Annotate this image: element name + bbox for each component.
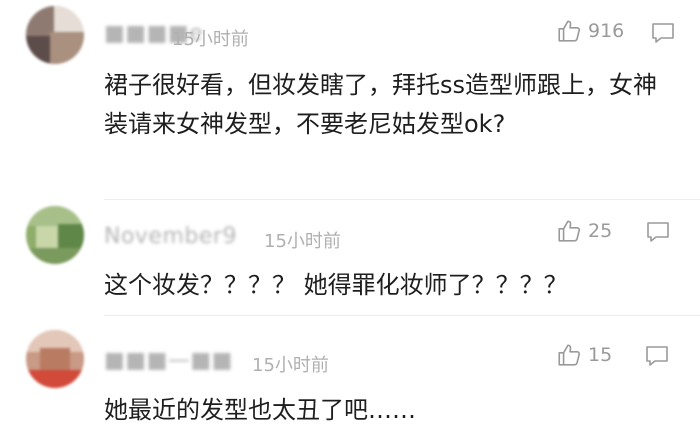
thumbs-up-icon	[558, 220, 581, 242]
reply-button[interactable]	[645, 220, 671, 248]
username[interactable]: ■■■—■■	[104, 348, 233, 373]
reply-button[interactable]	[644, 344, 670, 372]
thumbs-up-icon	[558, 20, 581, 42]
comment-bubble-icon	[652, 23, 674, 43]
timestamp: 15小时前	[264, 231, 341, 252]
avatar[interactable]	[26, 6, 84, 64]
comment-item: November9 15小时前 25 这个妆发？？？？ 她得罪化妆师了？？？？	[0, 200, 700, 316]
comment-item: ■■■—■■ 15小时前 15 她最近的发型也太丑了吧……	[0, 316, 700, 441]
like-count: 25	[588, 220, 613, 242]
comment-text: 这个妆发？？？？ 她得罪化妆师了？？？？	[104, 271, 568, 299]
comment-item: ■■■■e 15小时前 916 裙子很好看，但妆发瞎了，拜托ss造型师跟上，女神…	[0, 0, 700, 200]
reply-button[interactable]	[650, 21, 676, 49]
like-button[interactable]: 15	[556, 342, 612, 368]
timestamp: 15小时前	[252, 355, 329, 376]
comment-bubble-icon	[646, 346, 668, 366]
like-count: 916	[588, 20, 625, 42]
comment-text: 裙子很好看，但妆发瞎了，拜托ss造型师跟上，女神装请来女神发型，不要老尼姑发型o…	[104, 71, 658, 138]
avatar[interactable]	[26, 330, 84, 388]
comment-text: 她最近的发型也太丑了吧……	[104, 396, 416, 424]
username[interactable]: November9	[104, 224, 237, 249]
like-count: 15	[588, 344, 613, 366]
thumbs-up-icon	[558, 344, 581, 366]
avatar[interactable]	[26, 206, 84, 264]
timestamp: 15小时前	[172, 29, 249, 50]
comment-bubble-icon	[647, 222, 669, 242]
like-button[interactable]: 25	[556, 218, 612, 244]
like-button[interactable]: 916	[556, 18, 624, 44]
